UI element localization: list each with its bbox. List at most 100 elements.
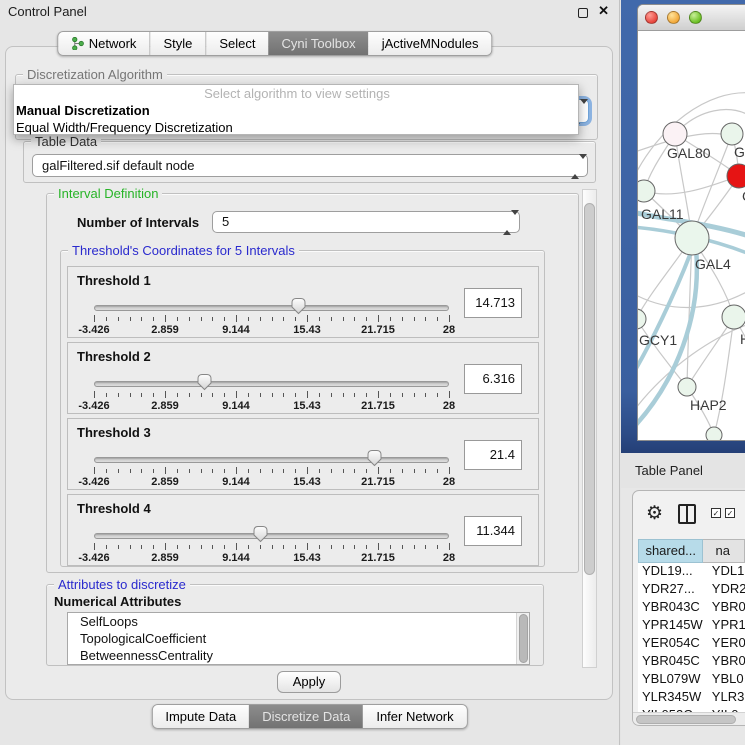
table-cell-shared-name[interactable]: YBR043C [638,599,704,617]
tab-discretize-data[interactable]: Discretize Data [249,705,363,728]
list-scrollbar[interactable] [516,613,529,664]
slider-tick-label: 2.859 [139,400,191,412]
table-row[interactable]: YER054CYER0 [638,635,745,653]
list-scrollbar-thumb[interactable] [519,614,528,663]
split-columns-icon[interactable] [678,504,696,524]
tab-label: Infer Network [376,709,453,724]
table-cell-shared-name[interactable]: YDL19... [638,563,704,581]
network-window-titlebar[interactable] [638,5,745,31]
table-cell-shared-name[interactable]: YLR345W [638,689,704,707]
slider-tick-label: 2.859 [139,476,191,488]
thresholds-group: Threshold's Coordinates for 5 Intervals … [60,250,545,567]
table-row[interactable]: YBR045CYBR0 [638,653,745,671]
tab-select[interactable]: Select [205,32,268,55]
network-node-h[interactable] [722,305,745,329]
slider-track[interactable] [94,533,449,539]
network-node-c[interactable] [727,164,745,188]
table-hscrollbar[interactable] [633,712,745,725]
table-row[interactable]: YBL079WYBL0 [638,671,745,689]
tab-network[interactable]: Network [58,32,150,55]
table-cell-shared-name[interactable]: YBR045C [638,653,704,671]
table-cell-name[interactable]: YDL1 [704,563,745,581]
slider-tick-label: 15.43 [281,552,333,564]
panel-scrollbar-thumb[interactable] [584,203,595,575]
table-row[interactable]: YDL19...YDL1 [638,563,745,581]
apply-button[interactable]: Apply [277,671,341,693]
slider-thumb[interactable] [252,525,269,543]
table-hscrollbar-thumb[interactable] [636,715,736,724]
slider-tick [141,545,142,549]
table-cell-name[interactable]: YDR2 [704,581,745,599]
group-label: Discretization Algorithm [23,67,167,82]
table-row[interactable]: YBR043CYBR0 [638,599,745,617]
network-node-gcy1[interactable] [638,309,646,329]
network-edge[interactable] [644,176,739,194]
column-header-name[interactable]: na [703,539,745,563]
slider-track[interactable] [94,381,449,387]
network-canvas[interactable]: GAL80GACGAL11GAL4GCY1HHAP2 [638,31,745,441]
slider-thumb[interactable] [196,373,213,391]
close-traffic-light-icon[interactable] [645,11,658,24]
table-cell-name[interactable]: YLR3 [704,689,745,707]
float-window-icon[interactable] [578,8,588,18]
table-cell-name[interactable]: YBR0 [704,599,745,617]
tab-style[interactable]: Style [149,32,205,55]
threshold-value-field[interactable]: 21.4 [464,440,522,470]
tab-cyni-toolbox[interactable]: Cyni Toolbox [268,32,368,55]
table-cell-shared-name[interactable]: YBL079W [638,671,704,689]
table-data-combobox[interactable]: galFiltered.sif default node [32,154,588,177]
network-edge[interactable] [638,289,745,308]
network-node-ga[interactable] [721,123,743,145]
column-header-shared-name[interactable]: shared... [638,539,703,563]
table-cell-name[interactable]: YER0 [704,635,745,653]
slider-track[interactable] [94,305,449,311]
table-row[interactable]: YDR27...YDR2 [638,581,745,599]
table-cell-name[interactable]: YBR0 [704,653,745,671]
zoom-traffic-light-icon[interactable] [689,11,702,24]
slider-tick [106,317,107,321]
checkbox-icon[interactable]: ✓ [711,508,721,518]
slider-track[interactable] [94,457,449,463]
tab-impute-data[interactable]: Impute Data [152,705,249,728]
table-cell-name[interactable]: YBL0 [704,671,745,689]
slider-tick [378,391,379,398]
table-row[interactable]: YPR145WYPR1 [638,617,745,635]
network-node-gal80[interactable] [663,122,687,146]
network-node[interactable] [706,427,722,441]
network-node-gal11[interactable] [638,180,655,202]
threshold-value-field[interactable]: 11.344 [464,516,522,546]
combo-stepper-icon[interactable] [503,215,512,230]
slider-thumb[interactable] [290,297,307,315]
attribute-list-item[interactable]: SelfLoops [68,613,529,630]
numerical-attributes-list[interactable]: SelfLoopsTopologicalCoefficientBetweenne… [67,612,530,665]
slider-tick [130,393,131,397]
threshold-value-field[interactable]: 14.713 [464,288,522,318]
table-row[interactable]: YLR345WYLR3 [638,689,745,707]
table-cell-shared-name[interactable]: YPR145W [638,617,704,635]
slider-tick [94,467,95,474]
tab-jactivemnodules[interactable]: jActiveMNodules [369,32,492,55]
table-cell-name[interactable]: YPR1 [704,617,745,635]
slider-thumb[interactable] [366,449,383,467]
network-window[interactable]: GAL80GACGAL11GAL4GCY1HHAP2 [637,4,745,441]
combo-stepper-icon[interactable] [571,159,580,174]
attribute-list-item[interactable]: BetweennessCentrality [68,647,529,664]
close-icon[interactable]: ✕ [598,3,609,19]
panel-scrollbar[interactable] [582,189,597,668]
threshold-value-field[interactable]: 6.316 [464,364,522,394]
checkbox-icon[interactable]: ✓ [725,508,735,518]
dropdown-option-manual[interactable]: Manual Discretization [14,102,578,119]
table-cell-shared-name[interactable]: YER054C [638,635,704,653]
network-edge[interactable] [687,317,734,387]
tab-infer-network[interactable]: Infer Network [363,705,466,728]
slider-tick [414,317,415,321]
gear-icon[interactable]: ⚙ [646,502,663,525]
table-cell-shared-name[interactable]: YDR27... [638,581,704,599]
number-of-intervals-combobox[interactable]: 5 [212,211,520,233]
numerical-attributes-label: Numerical Attributes [54,594,181,609]
minimize-traffic-light-icon[interactable] [667,11,680,24]
network-node-hap2[interactable] [678,378,696,396]
dropdown-option-equal-width[interactable]: Equal Width/Frequency Discretization [14,119,578,136]
network-node-gal4[interactable] [675,221,709,255]
attribute-list-item[interactable]: TopologicalCoefficient [68,630,529,647]
